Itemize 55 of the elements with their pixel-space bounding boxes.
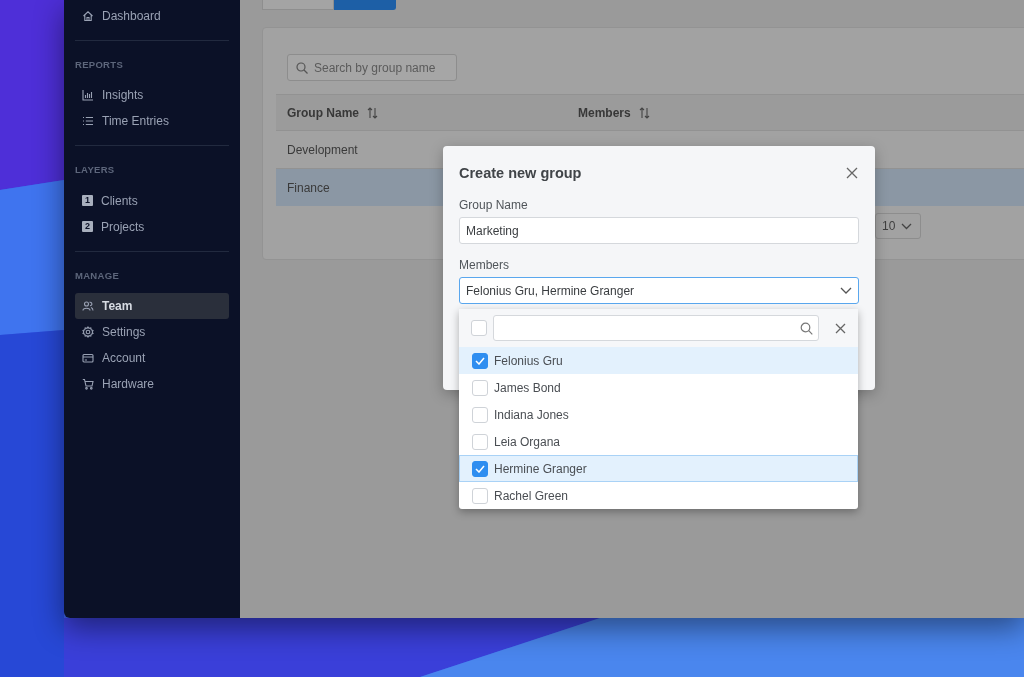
sidebar-item[interactable]: Account — [75, 344, 229, 371]
dropdown-option[interactable]: James Bond — [459, 374, 858, 401]
list-icon — [82, 115, 94, 128]
dropdown-option[interactable]: Felonius Gru — [459, 347, 858, 374]
settings-icon — [82, 325, 94, 338]
checkbox[interactable] — [472, 379, 488, 396]
column-header[interactable]: Group Name — [287, 103, 359, 122]
close-button[interactable] — [845, 166, 859, 180]
table-cell-text: Finance — [286, 179, 331, 197]
home-icon — [82, 10, 94, 22]
dropdown-option[interactable]: Rachel Green — [459, 482, 858, 509]
credit-card-icon — [82, 351, 94, 364]
users-icon — [82, 299, 94, 312]
checkbox[interactable] — [472, 433, 488, 450]
dropdown-option[interactable]: Indiana Jones — [459, 401, 858, 428]
sidebar-item[interactable]: Team — [75, 292, 229, 319]
select-field[interactable]: Felonius Gru, Hermine Granger — [459, 277, 859, 304]
sidebar-item[interactable]: Time Entries — [75, 108, 229, 135]
sort-icon — [638, 106, 650, 119]
checkbox[interactable] — [472, 487, 488, 504]
checkbox[interactable] — [471, 320, 487, 336]
column-header[interactable]: Members — [578, 103, 631, 122]
sidebar-item[interactable]: Hardware — [75, 370, 229, 397]
tab[interactable] — [334, 0, 396, 10]
field-label: Group Name — [459, 198, 529, 212]
field-label: Members — [459, 258, 510, 272]
check-icon — [475, 464, 485, 473]
sidebar-item[interactable]: Dashboard — [75, 3, 229, 29]
sort-icon — [367, 106, 378, 119]
sidebar-item[interactable]: Insights — [75, 82, 229, 109]
bar-chart-icon — [82, 89, 94, 102]
number-badge: 2 — [82, 221, 93, 232]
check-icon — [475, 356, 485, 365]
dialog-title: Create new group — [459, 164, 582, 183]
sidebar-item[interactable]: Settings — [75, 318, 229, 345]
dropdown-option[interactable]: Leia Organa — [459, 428, 858, 455]
chevron-down-icon — [840, 286, 852, 295]
close-button[interactable] — [835, 322, 846, 334]
section-heading: LAYERS — [75, 163, 116, 178]
search-icon — [800, 321, 813, 335]
tab[interactable] — [262, 0, 334, 10]
chevron-down-icon — [901, 222, 913, 230]
cart-icon — [82, 377, 94, 390]
search-field[interactable]: Search by group name — [287, 54, 457, 81]
checkbox[interactable] — [472, 352, 488, 369]
section-heading: REPORTS — [75, 58, 125, 72]
text-field[interactable]: Marketing — [459, 217, 859, 244]
sidebar-item[interactable]: 2 Projects — [75, 213, 229, 240]
sidebar-item[interactable]: 1 Clients — [75, 187, 229, 214]
dropdown-option[interactable]: Hermine Granger — [459, 455, 858, 482]
number-badge: 1 — [82, 195, 93, 206]
checkbox[interactable] — [472, 460, 488, 477]
table-cell-text: Development — [286, 141, 359, 159]
checkbox[interactable] — [472, 406, 488, 423]
section-heading: MANAGE — [75, 268, 121, 283]
